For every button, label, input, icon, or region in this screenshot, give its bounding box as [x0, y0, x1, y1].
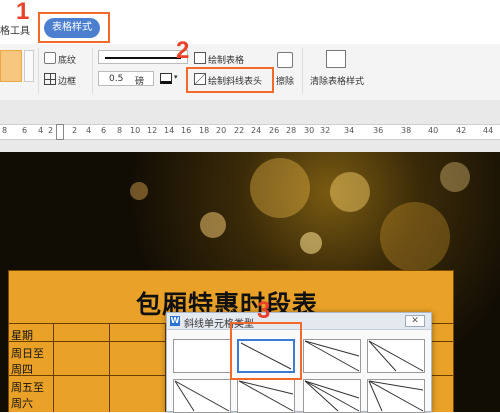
- close-button[interactable]: ✕: [405, 315, 425, 327]
- diagonal-option-triple-d[interactable]: [367, 379, 425, 413]
- diagonal-preview-double-bottom: [368, 340, 424, 372]
- diagonal-preview-triple-b: [238, 380, 294, 412]
- ruler-tick: 42: [456, 126, 467, 135]
- bokeh-light: [130, 182, 148, 200]
- ruler-tick: 32: [320, 126, 331, 135]
- ruler-tick: 20: [216, 126, 227, 135]
- border-icon[interactable]: [44, 73, 56, 85]
- draw-table-label[interactable]: 绘制表格: [208, 53, 244, 66]
- chevron-down-icon[interactable]: ▾: [174, 73, 178, 81]
- separator: [38, 48, 39, 94]
- ruler: 8 6 4 2 2 4 6 8 10 12 14 16 18 20 22 24 …: [0, 100, 500, 152]
- separator: [302, 48, 303, 94]
- diagonal-preview-triple-a: [174, 380, 230, 412]
- step-label-1: 1: [16, 0, 30, 25]
- ruler-tick: 14: [164, 126, 175, 135]
- bokeh-light: [300, 232, 322, 254]
- diagonal-option-none[interactable]: [173, 339, 231, 373]
- ruler-tick: 2: [48, 126, 54, 135]
- ruler-tick: 12: [147, 126, 158, 135]
- ruler-tick: 18: [199, 126, 210, 135]
- ruler-tick: 30: [304, 126, 315, 135]
- erase-label[interactable]: 擦除: [276, 74, 294, 87]
- ruler-tick: 16: [181, 126, 192, 135]
- diagonal-preview-triple-c: [304, 380, 360, 412]
- table-gridline: [109, 323, 110, 412]
- step-label-3: 3: [257, 297, 271, 324]
- clear-table-style-label[interactable]: 清除表格样式: [310, 74, 364, 87]
- separator: [92, 48, 93, 94]
- ruler-tick: 10: [130, 126, 141, 135]
- bokeh-light: [330, 172, 370, 212]
- diagonal-preview-double-top: [304, 340, 360, 372]
- ruler-tick: 6: [22, 126, 28, 135]
- diagonal-option-triple-b[interactable]: [237, 379, 295, 413]
- line-style-dropdown[interactable]: [98, 50, 188, 64]
- shading-icon[interactable]: [44, 52, 56, 64]
- ruler-tick: 38: [401, 126, 412, 135]
- line-width-unit: 磅: [135, 77, 145, 87]
- diagonal-option-triple-c[interactable]: [303, 379, 361, 413]
- shading-label[interactable]: 底纹: [58, 53, 76, 66]
- diagonal-option-double-bottom[interactable]: [367, 339, 425, 373]
- bokeh-light: [200, 212, 226, 238]
- ruler-tick: 4: [38, 126, 44, 135]
- diagonal-option-triple-a[interactable]: [173, 379, 231, 413]
- table-cell[interactable]: 周五至: [11, 379, 44, 395]
- bokeh-light: [440, 162, 470, 192]
- ruler-tick: 36: [373, 126, 384, 135]
- clear-table-style-icon[interactable]: [326, 50, 346, 68]
- highlight-box-diagonal-option: [230, 322, 302, 380]
- highlight-box-table-style-tab: [38, 12, 110, 43]
- ruler-tick: 40: [428, 126, 439, 135]
- eraser-icon[interactable]: [277, 52, 293, 68]
- bokeh-light: [380, 202, 450, 272]
- table-cell[interactable]: 周六: [11, 395, 33, 411]
- ruler-tick: 24: [251, 126, 262, 135]
- pen-color-icon[interactable]: [160, 73, 172, 84]
- draw-table-icon[interactable]: [194, 52, 206, 64]
- indent-marker[interactable]: [56, 124, 64, 140]
- table-gridline: [53, 323, 54, 412]
- ruler-tick: 34: [344, 126, 355, 135]
- table-cell[interactable]: 星期: [11, 327, 33, 343]
- ruler-tick: 4: [86, 126, 92, 135]
- line-width-dropdown[interactable]: 0.5 磅: [98, 71, 154, 87]
- ruler-tick: 8: [117, 126, 123, 135]
- table-cell[interactable]: 周日至: [11, 345, 44, 361]
- ruler-tick: 44: [483, 126, 494, 135]
- tab-bar: 格工具 表格样式 1: [0, 0, 500, 44]
- gallery-scroll[interactable]: [24, 50, 34, 82]
- ruler-tick: 22: [234, 126, 245, 135]
- diagonal-option-double-top[interactable]: [303, 339, 361, 373]
- border-label[interactable]: 边框: [58, 74, 76, 87]
- bokeh-light: [250, 158, 310, 218]
- ruler-tick: 2: [72, 126, 78, 135]
- table-style-gallery[interactable]: [0, 50, 22, 82]
- diagonal-preview-none: [174, 340, 230, 372]
- step-label-2: 2: [176, 37, 190, 64]
- highlight-box-diagonal-header: [186, 67, 274, 93]
- ribbon-toolbar: 底纹 边框 0.5 磅 ▾ 绘制表格 绘制斜线表头 2 擦除 清除表格样式: [0, 39, 500, 101]
- ruler-tick: 8: [2, 126, 8, 135]
- ruler-tick: 26: [269, 126, 280, 135]
- diagonal-preview-triple-d: [368, 380, 424, 412]
- line-width-value: 0.5: [109, 74, 124, 84]
- wps-logo-icon: W: [170, 316, 180, 326]
- table-cell[interactable]: 周四: [11, 361, 33, 377]
- ruler-tick: 6: [101, 126, 107, 135]
- ruler-tick: 28: [286, 126, 297, 135]
